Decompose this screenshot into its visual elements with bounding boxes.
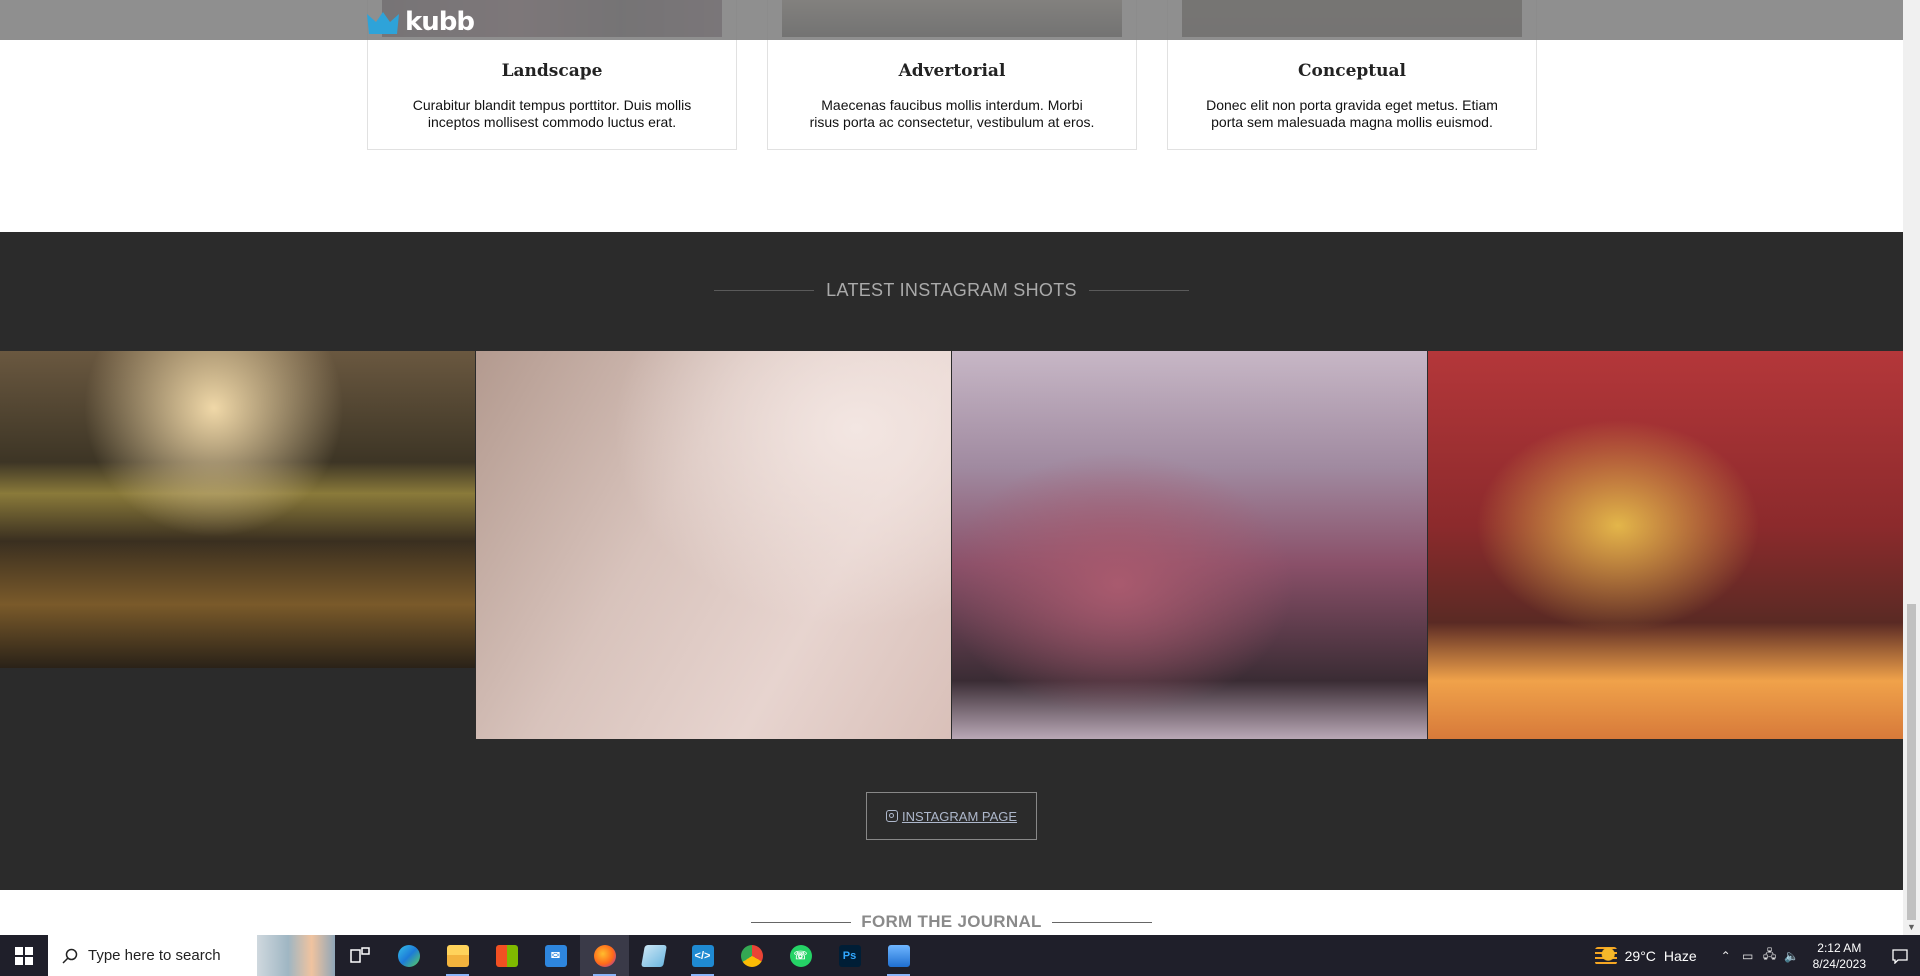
system-tray: 29°C Haze ⌃ ▭ 🖧 🔈 2:12 AM 8/24/2023	[1594, 935, 1920, 976]
card-description: Donec elit non porta gravida eget metus.…	[1206, 97, 1498, 130]
store-icon	[495, 944, 518, 967]
photoshop-icon: Ps	[838, 944, 861, 967]
volume-icon[interactable]: 🔈	[1781, 949, 1803, 963]
notification-button[interactable]	[1880, 948, 1920, 964]
mail-icon: ✉	[544, 944, 567, 967]
card-title: Advertorial	[898, 61, 1006, 81]
instagram-photo-grid	[0, 351, 1903, 741]
scroll-down-arrow-icon[interactable]: ▼	[1903, 918, 1920, 935]
journal-heading: FORM THE JOURNAL	[0, 912, 1903, 932]
card-description: Maecenas faucibus mollis interdum. Morbi…	[809, 97, 1095, 130]
mail-app[interactable]: ✉	[531, 935, 580, 976]
photos-app[interactable]	[874, 935, 923, 976]
divider	[1051, 921, 1152, 923]
photoshop-app[interactable]: Ps	[825, 935, 874, 976]
clock-time: 2:12 AM	[1817, 940, 1862, 955]
vertical-scrollbar[interactable]: ▼	[1903, 0, 1920, 935]
firefox-app[interactable]	[580, 935, 629, 976]
chevron-up-icon[interactable]: ⌃	[1715, 949, 1737, 963]
whatsapp-icon: ☏	[789, 944, 812, 967]
weather-temp: 29°C	[1624, 947, 1656, 964]
divider	[1088, 290, 1189, 291]
clock-date: 8/24/2023	[1812, 956, 1866, 971]
weather-widget[interactable]: 29°C Haze	[1594, 946, 1697, 965]
task-view-icon	[349, 946, 370, 963]
search-highlight-image	[257, 935, 335, 976]
haze-weather-icon	[1594, 946, 1617, 965]
device-icon[interactable]: ▭	[1737, 949, 1759, 963]
task-view-button[interactable]	[335, 935, 384, 976]
clothespins-photo[interactable]	[476, 351, 951, 739]
card-description: Curabitur blandit tempus porttitor. Duis…	[412, 97, 692, 130]
crown-icon	[367, 10, 399, 34]
microsoft-store-app[interactable]	[482, 935, 531, 976]
instagram-section: LATEST INSTAGRAM SHOTS INSTAGRAM PAGE	[0, 232, 1903, 890]
firefox-icon	[593, 944, 616, 967]
photos-icon	[887, 944, 910, 967]
instagram-page-button[interactable]: INSTAGRAM PAGE	[866, 792, 1037, 840]
weather-condition: Haze	[1663, 947, 1697, 964]
page-viewport: Landscape Curabitur blandit tempus portt…	[0, 0, 1903, 935]
vscode-app[interactable]: </>	[678, 935, 727, 976]
instagram-heading: LATEST INSTAGRAM SHOTS	[0, 280, 1903, 301]
rusty-truck-photo[interactable]	[952, 351, 1427, 739]
chrome-app[interactable]	[727, 935, 776, 976]
windows-taskbar: Type here to search ✉ </> ☏ Ps 29°C Haze…	[0, 935, 1920, 976]
site-logo[interactable]: kubb	[367, 7, 475, 37]
network-icon[interactable]: 🖧	[1759, 945, 1781, 966]
edge-icon	[397, 944, 420, 967]
divider	[751, 921, 852, 923]
notepad-app[interactable]	[629, 935, 678, 976]
clock[interactable]: 2:12 AM 8/24/2023	[1813, 940, 1866, 972]
card-title: Conceptual	[1298, 61, 1406, 81]
sticky-header: kubb	[0, 0, 1903, 40]
notification-icon	[1892, 948, 1908, 964]
search-icon	[62, 948, 78, 964]
divider	[714, 290, 815, 291]
section-title: LATEST INSTAGRAM SHOTS	[826, 280, 1077, 300]
instagram-icon	[885, 810, 898, 822]
card-title: Landscape	[501, 61, 603, 81]
whatsapp-app[interactable]: ☏	[776, 935, 825, 976]
search-placeholder: Type here to search	[88, 947, 221, 964]
section-title: FORM THE JOURNAL	[861, 912, 1042, 931]
autumn-leaves-photo[interactable]	[0, 351, 475, 668]
red-machinery-wires-photo[interactable]	[1428, 351, 1903, 739]
chrome-icon	[740, 944, 763, 967]
file-explorer-app[interactable]	[433, 935, 482, 976]
logo-text: kubb	[405, 7, 475, 37]
vscode-icon: </>	[691, 944, 714, 967]
notepad-icon	[640, 944, 667, 967]
windows-logo-icon	[15, 946, 33, 965]
scrollbar-thumb[interactable]	[1907, 604, 1916, 920]
folder-icon	[446, 944, 469, 967]
start-button[interactable]	[0, 935, 48, 976]
taskbar-search[interactable]: Type here to search	[48, 935, 335, 976]
edge-app[interactable]	[384, 935, 433, 976]
button-label: INSTAGRAM PAGE	[901, 808, 1018, 824]
